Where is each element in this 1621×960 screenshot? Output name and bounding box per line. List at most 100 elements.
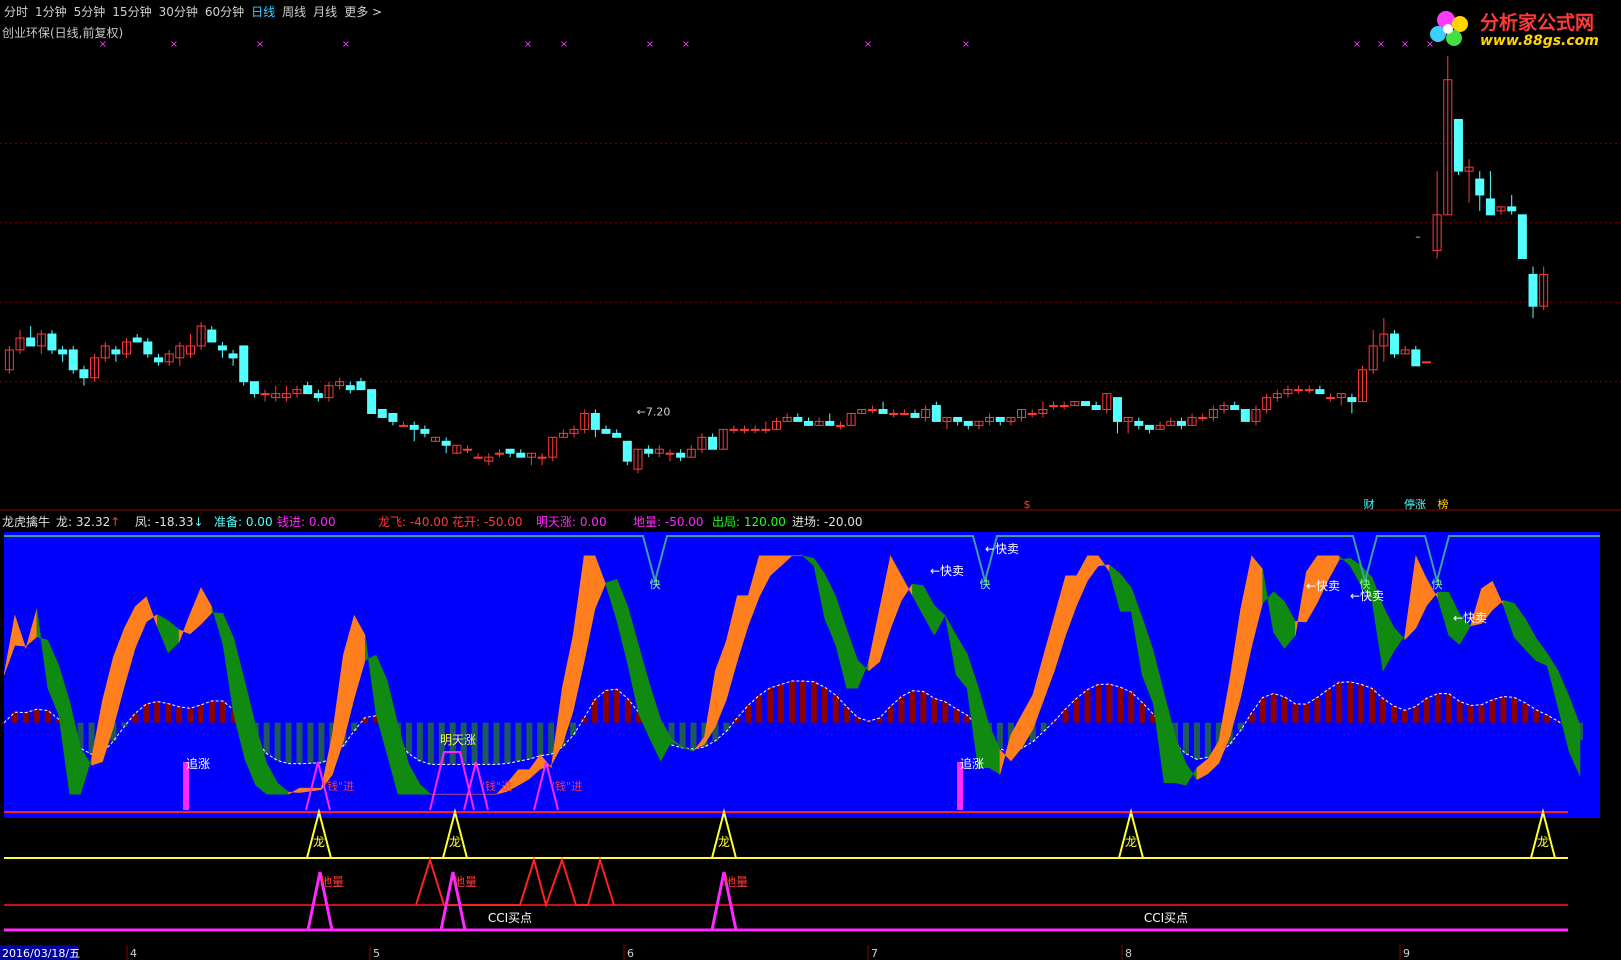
histogram-bar xyxy=(285,722,292,764)
candle-body xyxy=(249,381,259,395)
candle-body xyxy=(1112,397,1122,422)
histogram-bar xyxy=(1511,697,1518,723)
indicator-field-3: 钱进: 0.00 xyxy=(277,515,336,529)
diliang-label: 地量 xyxy=(453,875,477,889)
histogram-bar xyxy=(154,701,161,723)
histogram-bar xyxy=(537,722,544,756)
zhuizhang-label: 追涨 xyxy=(186,756,210,771)
histogram-bar xyxy=(318,722,325,763)
histogram-bar xyxy=(1401,710,1408,723)
histogram-bar xyxy=(1478,704,1485,723)
histogram-bar xyxy=(1193,722,1200,760)
candle-body xyxy=(1049,405,1059,408)
histogram-bar xyxy=(1073,698,1080,723)
candle-body xyxy=(740,428,750,431)
candle-body xyxy=(889,412,899,415)
cci-label: CCI买点 xyxy=(1144,911,1188,925)
candle-body xyxy=(1144,424,1154,430)
kuaimai-label: ←快卖 xyxy=(930,564,964,578)
kuai-label: 快 xyxy=(980,578,991,591)
month-label: 7 xyxy=(871,947,878,960)
indicator-field-9: 进场: -20.00 xyxy=(792,515,863,529)
histogram-bar xyxy=(1325,689,1332,723)
candle-body xyxy=(1091,405,1101,411)
candle-body xyxy=(665,452,675,455)
histogram-bar xyxy=(1139,702,1146,723)
histogram-bar xyxy=(1062,708,1069,723)
candle-body xyxy=(835,424,845,427)
histogram-bar xyxy=(22,712,29,723)
candle-body xyxy=(239,345,249,383)
histogram-bar xyxy=(821,687,828,723)
right-label: 财 xyxy=(1364,497,1375,511)
candle-body xyxy=(1421,361,1431,364)
candle-body xyxy=(1507,206,1517,212)
candle-body xyxy=(931,405,941,422)
candle-body xyxy=(910,412,920,418)
candle-body xyxy=(1027,412,1037,415)
histogram-bar xyxy=(296,722,303,764)
indicator-field-0: 龙: 32.32↑ xyxy=(56,515,121,529)
histogram-bar xyxy=(942,701,949,723)
histogram-bar xyxy=(799,680,806,723)
histogram-bar xyxy=(482,722,489,765)
histogram-bar xyxy=(1248,712,1255,723)
candle-body xyxy=(622,440,632,462)
histogram-bar xyxy=(416,722,423,761)
histogram-bar xyxy=(953,708,960,723)
candle-body xyxy=(1304,389,1314,392)
candle-body xyxy=(1390,333,1399,355)
histogram-bar xyxy=(570,722,577,736)
candle-body xyxy=(803,420,813,426)
qianjin-label: "钱"进 xyxy=(322,779,354,793)
top-marker: × xyxy=(1426,39,1434,50)
candle-body xyxy=(26,337,36,347)
histogram-bar xyxy=(1369,688,1376,723)
histogram-bar xyxy=(187,708,194,723)
candle-body xyxy=(1347,397,1357,403)
date-first-label: 2016/03/18/五 xyxy=(2,947,80,960)
histogram-bar xyxy=(1358,684,1365,723)
indicator-field-1: 凤: -18.33↓ xyxy=(135,515,204,529)
indicator-field-4: 龙飞: -40.00 xyxy=(378,515,449,529)
qianjin-label: "钱"进 xyxy=(550,779,582,793)
diliang-label: 地量 xyxy=(320,875,344,889)
histogram-bar xyxy=(504,722,511,764)
kuaimai-label: ←快卖 xyxy=(985,542,1019,556)
histogram-bar xyxy=(1183,722,1189,754)
candle-body xyxy=(601,428,611,434)
peak-dash: – xyxy=(1415,230,1421,243)
histogram-bar xyxy=(1128,692,1135,723)
histogram-bar xyxy=(143,704,150,723)
indicator-arrow: ↓ xyxy=(193,515,204,529)
candle-body xyxy=(143,341,153,355)
histogram-bar xyxy=(832,695,839,723)
top-marker: × xyxy=(1401,39,1409,50)
histogram-bar xyxy=(1259,697,1266,723)
top-marker: × xyxy=(646,39,654,50)
long-label: 龙 xyxy=(449,835,461,849)
right-label: 停涨 xyxy=(1404,497,1426,511)
top-marker: × xyxy=(524,39,532,50)
histogram-bar xyxy=(1423,698,1430,723)
candle-body xyxy=(68,349,78,371)
month-label: 6 xyxy=(627,947,634,960)
candle-body xyxy=(1528,273,1538,307)
histogram-bar xyxy=(274,722,281,761)
low-price-label: ←7.20 xyxy=(637,405,671,418)
zhuizhang-label: 追涨 xyxy=(960,756,984,771)
long-label: 龙 xyxy=(718,835,730,849)
histogram-bar xyxy=(679,722,686,748)
histogram-bar xyxy=(1106,684,1113,723)
histogram-bar xyxy=(920,691,927,723)
histogram-bar xyxy=(1314,697,1321,723)
histogram-bar xyxy=(602,690,609,723)
candle-body xyxy=(505,448,515,454)
candle-body xyxy=(676,452,686,458)
histogram-bar xyxy=(1270,693,1277,723)
candle-body xyxy=(79,369,89,379)
histogram-bar xyxy=(1347,681,1354,723)
candle-body xyxy=(867,409,877,412)
candle-body xyxy=(399,424,409,427)
histogram-bar xyxy=(1467,705,1474,723)
